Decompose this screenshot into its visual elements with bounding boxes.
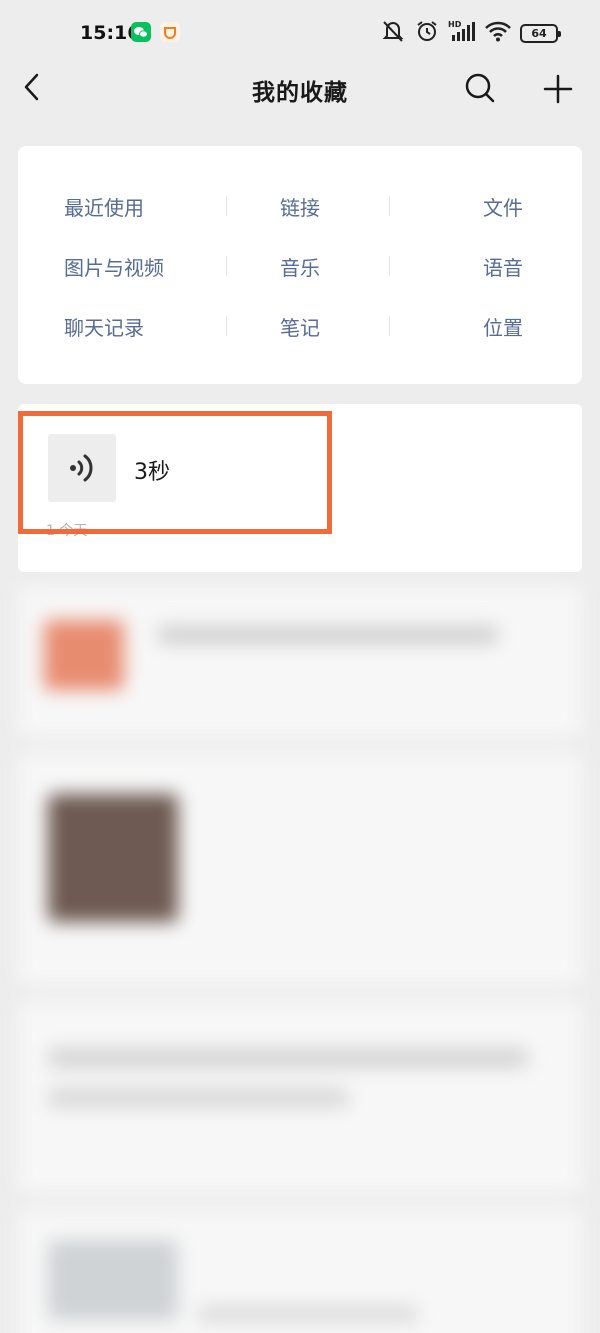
category-music[interactable]: 音乐	[206, 246, 394, 286]
blurred-favorites-list	[0, 582, 600, 1333]
category-images-videos[interactable]: 图片与视频	[18, 246, 206, 286]
blurred-text	[198, 1306, 418, 1322]
favorites-screen: 15:16 HD 64 我的收藏 最近使用 链接 文件 图片与视频 音乐 语音 …	[0, 0, 600, 1333]
battery-icon: 64	[520, 23, 561, 43]
search-icon[interactable]	[464, 72, 496, 104]
category-row: 聊天记录 笔记 位置	[18, 306, 582, 346]
category-row: 最近使用 链接 文件	[18, 186, 582, 226]
blurred-text	[48, 1048, 528, 1068]
status-icons: HD 64	[380, 18, 561, 48]
category-notes[interactable]: 笔记	[206, 306, 394, 346]
wifi-icon	[485, 20, 511, 46]
category-location[interactable]: 位置	[394, 306, 582, 346]
category-row: 图片与视频 音乐 语音	[18, 246, 582, 286]
alarm-icon	[415, 19, 439, 47]
divider	[226, 196, 227, 216]
blurred-thumbnail	[48, 1240, 178, 1320]
page-title: 我的收藏	[252, 80, 348, 106]
category-card: 最近使用 链接 文件 图片与视频 音乐 语音 聊天记录 笔记 位置	[18, 146, 582, 384]
mute-icon	[380, 18, 406, 48]
category-files[interactable]: 文件	[394, 186, 582, 226]
blurred-text	[48, 1088, 348, 1108]
blurred-card	[18, 1210, 582, 1333]
divider	[389, 196, 390, 216]
divider	[226, 316, 227, 336]
app-notification-icon	[160, 22, 180, 42]
blurred-text	[158, 626, 498, 644]
wechat-icon	[131, 22, 151, 42]
category-recent[interactable]: 最近使用	[18, 186, 206, 226]
divider	[389, 316, 390, 336]
blurred-thumbnail	[44, 620, 124, 690]
blurred-card	[18, 586, 582, 736]
blurred-card	[18, 1002, 582, 1192]
nav-bar: 我的收藏	[0, 62, 600, 118]
divider	[226, 256, 227, 276]
blurred-thumbnail	[48, 794, 178, 922]
blurred-card	[18, 754, 582, 984]
add-icon[interactable]	[541, 72, 575, 106]
hd-signal-icon: HD	[448, 19, 476, 47]
status-bar: 15:16 HD 64	[0, 0, 600, 66]
highlight-box	[18, 411, 332, 534]
divider	[389, 256, 390, 276]
category-links[interactable]: 链接	[206, 186, 394, 226]
svg-text:HD: HD	[448, 20, 462, 29]
category-chat-history[interactable]: 聊天记录	[18, 306, 206, 346]
category-voice[interactable]: 语音	[394, 246, 582, 286]
